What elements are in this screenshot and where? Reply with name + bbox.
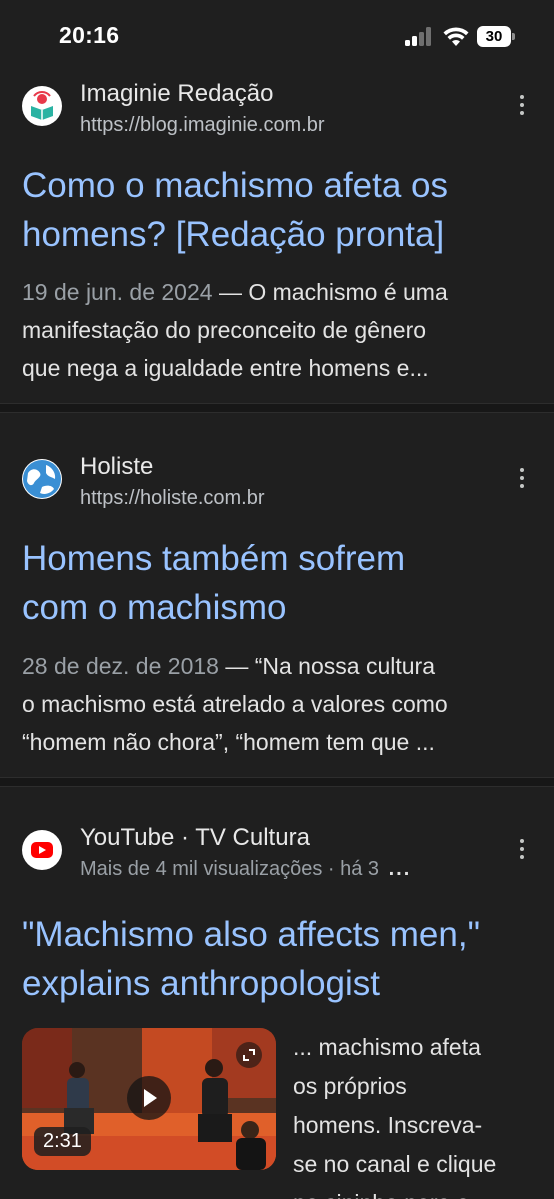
cellular-signal-icon: [405, 27, 433, 46]
result-source[interactable]: Imaginie Redação https://blog.imaginie.c…: [22, 80, 532, 140]
status-bar: 20:16 30: [0, 0, 554, 72]
title-line: homens? [Redação pronta]: [22, 215, 445, 254]
book-reader-icon: [22, 86, 62, 126]
result-title-link[interactable]: "Machismo also affects men," explains an…: [22, 910, 537, 1008]
snippet-text: homens. Inscreva-: [293, 1112, 483, 1138]
snippet-text: o machismo está atrelado a valores como: [22, 691, 448, 717]
snippet-text: — “Na nossa cultura: [218, 653, 435, 679]
video-thumbnail[interactable]: 2:31: [22, 1028, 276, 1170]
snippet-text: manifestação do preconceito de gênero: [22, 317, 427, 343]
result-source[interactable]: Holiste https://holiste.com.br: [22, 453, 532, 513]
youtube-icon: [22, 830, 62, 870]
result-title-link[interactable]: Homens também sofrem com o machismo: [22, 534, 537, 632]
result-source[interactable]: YouTube · TV Cultura Mais de 4 mil visua…: [22, 824, 532, 884]
status-time: 20:16: [59, 22, 120, 48]
battery-icon: 30: [477, 26, 515, 47]
title-line: "Machismo also affects men,": [22, 915, 480, 954]
snippet-text: se no canal e clique: [293, 1151, 497, 1177]
more-options-icon[interactable]: [512, 836, 532, 862]
globe-icon: [22, 459, 62, 499]
snippet-text: que nega a igualdade entre homens e...: [22, 355, 429, 381]
result-divider: [0, 777, 554, 787]
play-icon[interactable]: [127, 1076, 171, 1120]
site-name: YouTube · TV Cultura: [80, 824, 310, 851]
more-options-icon[interactable]: [512, 92, 532, 118]
result-snippet: ... machismo afeta os próprios homens. I…: [293, 1028, 528, 1199]
video-duration: 2:31: [34, 1127, 91, 1156]
wifi-icon: [443, 27, 469, 46]
site-url: https://holiste.com.br: [80, 487, 265, 509]
snippet-text: ... machismo afeta: [293, 1034, 481, 1060]
title-line: explains anthropologist: [22, 964, 381, 1003]
result-date: 28 de dez. de 2018: [22, 653, 219, 679]
result-title-link[interactable]: Como o machismo afeta os homens? [Redaçã…: [22, 161, 537, 259]
site-name: Imaginie Redação: [80, 80, 274, 107]
snippet-text: os próprios: [293, 1073, 407, 1099]
snippet-text: “homem não chora”, “homem tem que ...: [22, 729, 435, 755]
site-url: https://blog.imaginie.com.br: [80, 114, 325, 136]
title-line: Homens também sofrem: [22, 539, 406, 578]
more-options-icon[interactable]: [512, 465, 532, 491]
site-name: Holiste: [80, 453, 154, 480]
expand-icon[interactable]: [236, 1042, 262, 1068]
result-snippet: 28 de dez. de 2018 — “Na nossa cultura o…: [22, 647, 534, 761]
result-date: 19 de jun. de 2024: [22, 279, 213, 305]
video-views: Mais de 4 mil visualizações · há 3: [80, 858, 380, 880]
more-text: ...: [388, 858, 412, 880]
result-snippet: 19 de jun. de 2024 — O machismo é uma ma…: [22, 273, 534, 387]
title-line: com o machismo: [22, 588, 287, 627]
battery-level: 30: [485, 28, 503, 45]
video-meta: Mais de 4 mil visualizações · há 3 ...: [80, 858, 411, 881]
title-line: Como o machismo afeta os: [22, 166, 449, 205]
snippet-text: — O machismo é uma: [212, 279, 448, 305]
result-divider: [0, 403, 554, 413]
snippet-text: no sininho para o: [293, 1184, 528, 1199]
